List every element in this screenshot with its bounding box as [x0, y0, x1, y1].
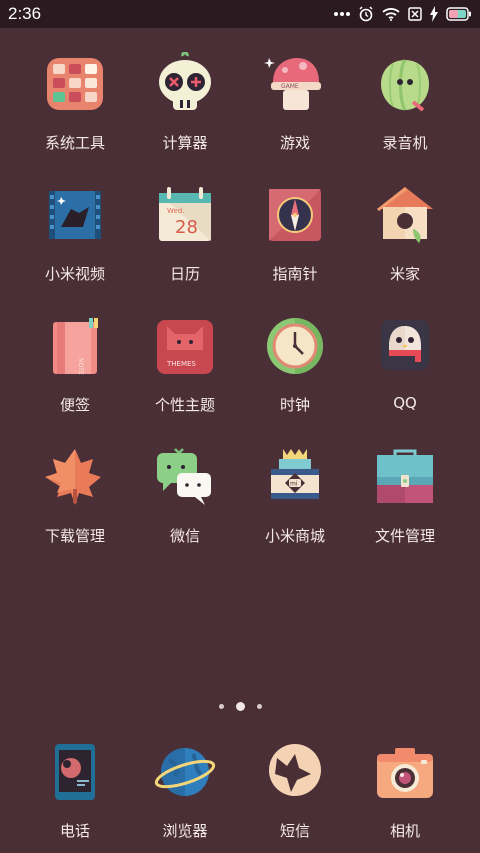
notes-icon-text: NOTE: [77, 358, 84, 375]
dock: 电话 浏览器 短信 相机: [0, 728, 480, 853]
qq-icon: [381, 320, 429, 370]
app-label: 个性主题: [154, 396, 215, 414]
app-label: 时钟: [279, 396, 310, 414]
app-label: 小米视频: [44, 265, 105, 283]
browser-icon: [154, 748, 216, 796]
calendar-icon: Wed. 28: [159, 187, 211, 241]
app-label: 文件管理: [374, 527, 435, 545]
page-indicator[interactable]: [0, 698, 480, 714]
messages-icon: [269, 744, 321, 802]
app-label: 微信: [169, 527, 200, 545]
page-dot[interactable]: [218, 703, 224, 709]
store-icon-text: mi: [290, 481, 298, 488]
app-label: 日历: [169, 265, 200, 283]
status-time: 2:36: [8, 4, 42, 23]
app-calculator[interactable]: 计算器: [130, 40, 240, 160]
app-label: 录音机: [382, 134, 428, 152]
dock-messages[interactable]: 短信: [240, 728, 350, 848]
themes-icon: THEMES: [157, 320, 213, 374]
app-recorder[interactable]: 录音机: [350, 40, 460, 160]
battery-icon: [446, 7, 471, 21]
status-icons: [334, 4, 472, 24]
app-mi-store[interactable]: mi 小米商城: [240, 433, 350, 553]
clock-icon: [267, 318, 323, 374]
app-wechat[interactable]: 微信: [130, 433, 240, 553]
calendar-day: Wed.: [167, 207, 185, 215]
app-label: 小米商城: [264, 527, 325, 545]
dock-browser[interactable]: 浏览器: [130, 728, 240, 848]
dock-label: 电话: [59, 822, 90, 840]
notes-icon: NOTE: [53, 318, 98, 375]
app-clock[interactable]: 时钟: [240, 302, 350, 422]
charging-icon: [430, 6, 438, 22]
video-icon: [49, 191, 101, 239]
app-label: 便签: [59, 396, 90, 414]
themes-icon-text: THEMES: [166, 360, 196, 368]
tools-folder-icon: [47, 58, 103, 110]
camera-icon: [377, 748, 433, 798]
app-mi-video[interactable]: 小米视频: [20, 171, 130, 291]
app-label: 下载管理: [44, 527, 105, 545]
calendar-date: 28: [175, 217, 198, 238]
wifi-icon: [382, 8, 400, 21]
app-games[interactable]: GAME 游戏: [240, 40, 350, 160]
app-system-tools[interactable]: 系统工具: [20, 40, 130, 160]
app-calendar[interactable]: Wed. 28 日历: [130, 171, 240, 291]
app-themes[interactable]: THEMES 个性主题: [130, 302, 240, 422]
app-label: 米家: [389, 265, 420, 283]
app-compass[interactable]: 指南针: [240, 171, 350, 291]
app-qq[interactable]: QQ: [350, 302, 460, 422]
app-label: 系统工具: [44, 134, 105, 152]
app-label: 游戏: [279, 134, 310, 152]
download-icon: [45, 449, 101, 505]
mihome-icon: [377, 187, 433, 243]
calculator-icon: [159, 52, 211, 110]
compass-icon: [269, 189, 321, 241]
dock-label: 浏览器: [162, 822, 208, 840]
no-sim-icon: [408, 7, 422, 21]
dock-label: 短信: [279, 822, 310, 840]
page-dot-active[interactable]: [235, 701, 245, 711]
wechat-icon: [157, 448, 211, 505]
dock-phone[interactable]: 电话: [20, 728, 130, 848]
app-mi-home[interactable]: 米家: [350, 171, 460, 291]
mi-store-icon: mi: [271, 449, 319, 499]
app-label: 指南针: [272, 265, 318, 283]
app-label: QQ: [393, 394, 417, 412]
recorder-icon: [381, 59, 429, 112]
app-downloads[interactable]: 下载管理: [20, 433, 130, 553]
app-label: 计算器: [162, 134, 208, 152]
app-file-manager[interactable]: 文件管理: [350, 433, 460, 553]
phone-icon: [55, 744, 95, 800]
dock-label: 相机: [389, 822, 420, 840]
status-bar: 2:36: [0, 0, 480, 28]
page-dot[interactable]: [256, 703, 262, 709]
dock-camera[interactable]: 相机: [350, 728, 460, 848]
app-notes[interactable]: NOTE 便签: [20, 302, 130, 422]
game-icon-text: GAME: [281, 83, 299, 90]
game-icon: GAME: [264, 58, 321, 110]
alarm-icon: [359, 6, 373, 22]
file-manager-icon: [377, 449, 433, 503]
more-dots-icon: [334, 12, 350, 16]
